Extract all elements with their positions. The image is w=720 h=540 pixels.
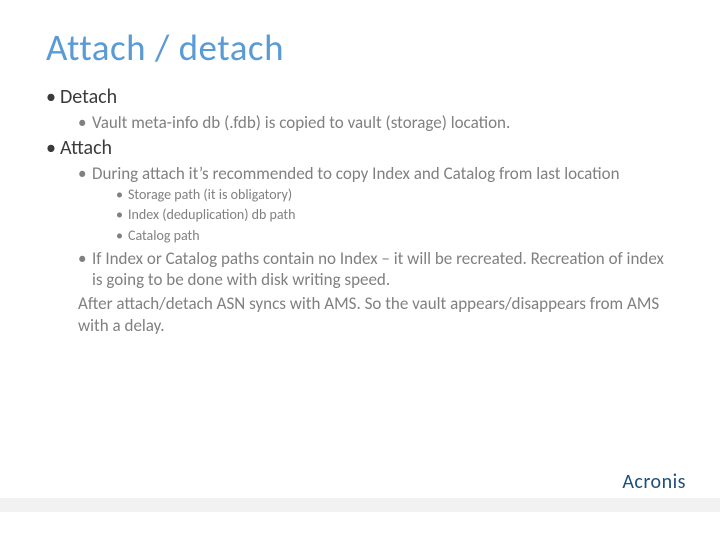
- bullet-list: Detach Vault meta-info db (.fdb) is copi…: [46, 85, 674, 336]
- bullet-detach-sub-0: Vault meta-info db (.fdb) is copied to v…: [78, 112, 674, 133]
- bullet-attach-label: Attach: [60, 136, 112, 160]
- footer-stripe: [0, 498, 720, 512]
- bullet-attach-sub1-child-0: Storage path (it is obligatory): [116, 186, 674, 204]
- slide: Attach / detach Detach Vault meta-info d…: [0, 0, 720, 540]
- bullet-attach-sub1-child-1: Index (deduplication) db path: [116, 206, 674, 224]
- bullet-attach: Attach During attach it’s recommended to…: [46, 136, 674, 336]
- bullet-attach-after: After attach/detach ASN syncs with AMS. …: [78, 293, 674, 336]
- brand-logo: Acronis: [622, 470, 686, 494]
- slide-title: Attach / detach: [46, 28, 674, 69]
- bullet-attach-sub1-child-2: Catalog path: [116, 227, 674, 245]
- bullet-detach-label: Detach: [60, 85, 117, 109]
- bullet-attach-sub1-text: During attach it’s recommended to copy I…: [92, 163, 620, 184]
- bullet-attach-sub2: If Index or Catalog paths contain no Ind…: [78, 248, 674, 291]
- bullet-detach: Detach Vault meta-info db (.fdb) is copi…: [46, 85, 674, 133]
- bullet-attach-sub1: During attach it’s recommended to copy I…: [78, 163, 674, 245]
